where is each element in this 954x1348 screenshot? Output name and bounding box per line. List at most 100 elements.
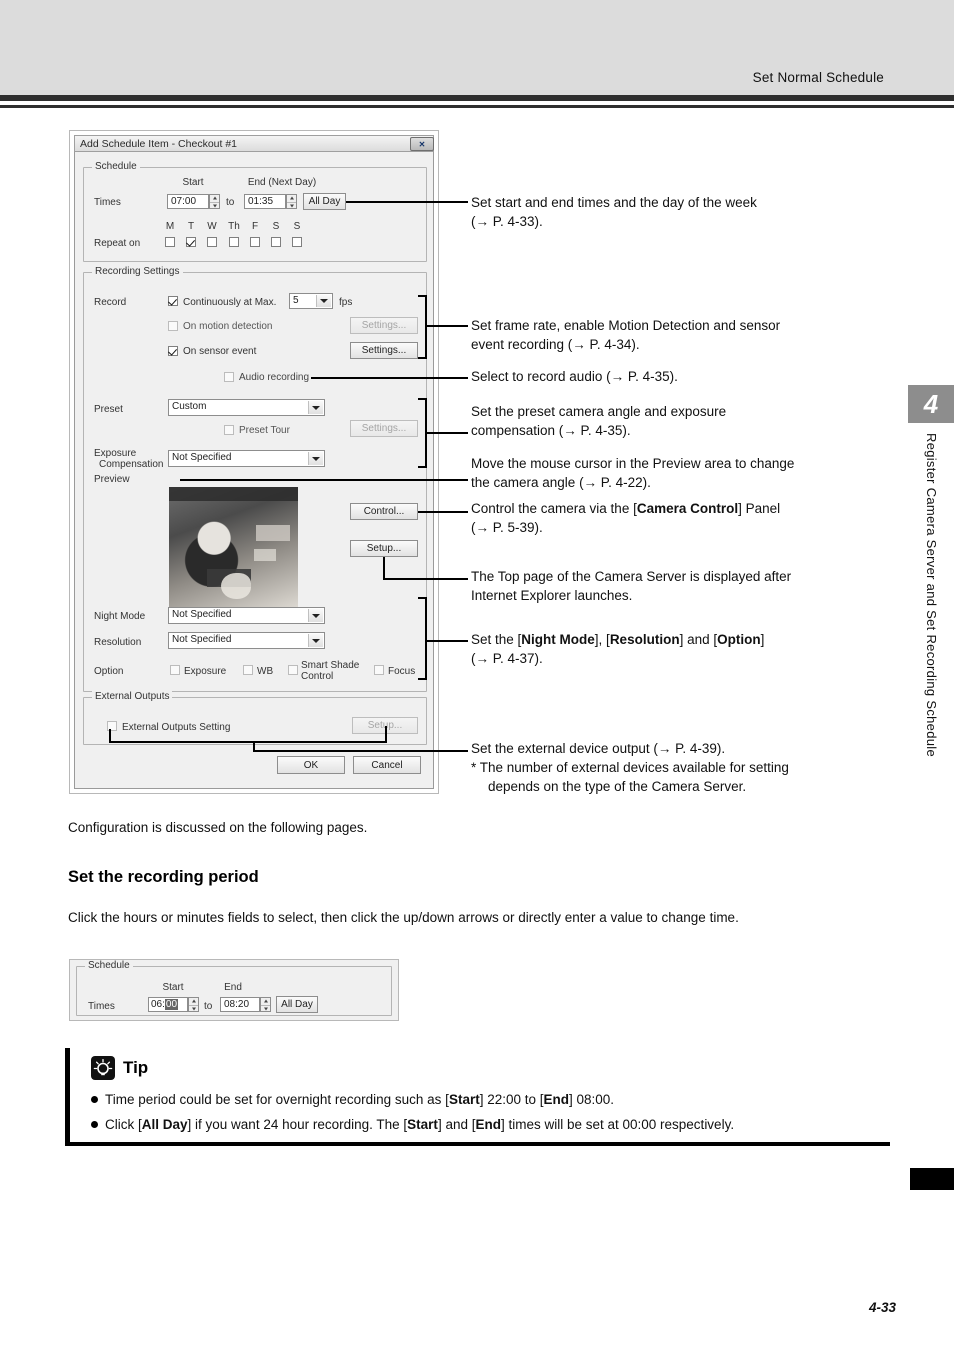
schedule-example-all-day-button[interactable]: All Day <box>276 996 318 1013</box>
preview-highlight-2 <box>254 549 276 561</box>
edge-index-mark <box>910 1168 954 1190</box>
bullet-icon <box>91 1121 98 1128</box>
tip-item-2-text: Click [All Day] if you want 24 hour reco… <box>105 1117 734 1132</box>
preset-tour-checkbox[interactable] <box>224 425 234 435</box>
callout-bracket-4-top <box>418 398 427 400</box>
day-checkbox-wed[interactable] <box>207 237 217 247</box>
start-column-header: Start <box>182 177 204 188</box>
annotation-6-bold: Camera Control <box>636 501 739 516</box>
schedule-example-end-input[interactable]: 08:20 <box>220 997 260 1012</box>
annotation-6-line2: (→ P. 5-39). <box>471 520 543 535</box>
ok-button[interactable]: OK <box>277 756 345 774</box>
schedule-example-end-header: End <box>224 982 242 993</box>
all-day-button[interactable]: All Day <box>303 193 346 210</box>
annotation-9-line1: Set the external device output (→ P. 4-3… <box>471 741 726 756</box>
annotation-9-line3: depends on the type of the Camera Server… <box>488 779 747 794</box>
chevron-down-icon[interactable] <box>308 634 323 647</box>
annotation-5-line1: Move the mouse cursor in the Preview are… <box>471 456 795 471</box>
callout-bracket-8 <box>425 597 427 680</box>
preset-tour-settings-button[interactable]: Settings... <box>350 420 418 437</box>
tip-2-b1: All Day <box>141 1117 188 1132</box>
option-smart-shade-checkbox[interactable] <box>288 665 298 675</box>
day-checkbox-fri[interactable] <box>250 237 260 247</box>
option-wb-checkbox[interactable] <box>243 665 253 675</box>
sensor-settings-button[interactable]: Settings... <box>350 342 418 359</box>
end-time-input[interactable]: 01:35 <box>244 194 286 209</box>
schedule-example-start-input[interactable]: 06:00 <box>148 997 188 1012</box>
day-checkbox-sun[interactable] <box>292 237 302 247</box>
tip-2-mid1: ] if you want 24 hour recording. The [ <box>187 1117 408 1132</box>
annotation-4-line1: Set the preset camera angle and exposure <box>471 404 727 419</box>
page-number: 4-33 <box>868 1300 896 1315</box>
night-mode-select[interactable]: Not Specified <box>168 607 325 624</box>
section-paragraph: Click the hours or minutes fields to sel… <box>68 910 739 925</box>
setup-button[interactable]: Setup... <box>350 540 418 557</box>
annotation-8-bold3: Option <box>717 632 761 647</box>
callout-bracket-2-bottom <box>418 357 427 359</box>
chevron-down-icon[interactable] <box>308 452 323 465</box>
close-icon[interactable]: ✕ <box>410 137 434 151</box>
resolution-select[interactable]: Not Specified <box>168 632 325 649</box>
preset-tour-label: Preset Tour <box>239 425 290 436</box>
fps-select[interactable]: 5 <box>289 293 333 309</box>
day-checkbox-tue[interactable] <box>186 237 196 247</box>
day-checkbox-sat[interactable] <box>271 237 281 247</box>
to-label: to <box>226 197 235 208</box>
exposure-compensation-label-line1: Exposure <box>94 448 137 459</box>
day-header-mon: M <box>165 221 175 232</box>
callout-bracket-8-top <box>418 597 427 599</box>
tip-item-2: Click [All Day] if you want 24 hour reco… <box>91 1117 734 1132</box>
schedule-example-start-spinner[interactable] <box>188 997 199 1012</box>
start-time-input[interactable]: 07:00 <box>167 194 209 209</box>
chapter-side-tab: 4 Register Camera Server and Set Recordi… <box>908 385 954 757</box>
day-checkbox-thu[interactable] <box>229 237 239 247</box>
sensor-event-checkbox[interactable] <box>168 346 178 356</box>
annotation-8-mid1: ], [ <box>594 632 610 647</box>
chevron-down-icon[interactable] <box>316 295 331 307</box>
exposure-compensation-select[interactable]: Not Specified <box>168 450 325 467</box>
tip-2-b3: End <box>475 1117 501 1132</box>
annotation-6-pre: Control the camera via the [ <box>471 501 637 516</box>
annotation-4: Set the preset camera angle and exposure… <box>471 402 726 440</box>
schedule-example-end-spinner[interactable] <box>260 997 271 1012</box>
preset-value: Custom <box>172 401 207 412</box>
tip-item-1: Time period could be set for overnight r… <box>91 1092 614 1107</box>
callout-line-9 <box>253 750 468 752</box>
tip-1-b1: Start <box>448 1092 480 1107</box>
record-label: Record <box>94 297 127 308</box>
chevron-down-icon[interactable] <box>308 401 323 414</box>
tip-item-1-text: Time period could be set for overnight r… <box>105 1092 614 1107</box>
callout-line-6 <box>418 511 468 513</box>
preview-label: Preview <box>94 474 130 485</box>
continuously-checkbox[interactable] <box>168 296 178 306</box>
annotation-8-mid2: ] and [ <box>679 632 718 647</box>
intro-paragraph: Configuration is discussed on the follow… <box>68 820 368 835</box>
start-time-spinner[interactable] <box>209 194 220 209</box>
motion-settings-button[interactable]: Settings... <box>350 317 418 334</box>
motion-detection-label: On motion detection <box>183 321 273 332</box>
audio-recording-checkbox[interactable] <box>224 372 234 382</box>
header-rule-thick <box>0 95 954 101</box>
end-time-spinner[interactable] <box>286 194 297 209</box>
camera-preview-image[interactable] <box>169 487 298 609</box>
header-rule-thin <box>0 105 954 108</box>
start-hours-text: 06: <box>151 999 165 1010</box>
option-exposure-checkbox[interactable] <box>170 665 180 675</box>
schedule-example-to-label: to <box>204 1001 213 1012</box>
annotation-9: Set the external device output (→ P. 4-3… <box>471 739 789 796</box>
exposure-compensation-value: Not Specified <box>172 452 232 463</box>
callout-bracket-8-bottom <box>418 678 427 680</box>
option-focus-checkbox[interactable] <box>374 665 384 675</box>
chevron-down-icon[interactable] <box>308 609 323 622</box>
start-minutes-selected[interactable]: 00 <box>164 999 179 1010</box>
dialog-title: Add Schedule Item - Checkout #1 <box>80 138 238 150</box>
control-button[interactable]: Control... <box>350 503 418 520</box>
lightbulb-icon <box>91 1056 115 1080</box>
annotation-5-line2: the camera angle (→ P. 4-22). <box>471 475 651 490</box>
annotation-7-line2: Internet Explorer launches. <box>471 588 633 603</box>
annotation-3-line1: Select to record audio (→ P. 4-35). <box>471 369 678 384</box>
preset-select[interactable]: Custom <box>168 399 325 416</box>
cancel-button[interactable]: Cancel <box>353 756 421 774</box>
day-checkbox-mon[interactable] <box>165 237 175 247</box>
motion-detection-checkbox[interactable] <box>168 321 178 331</box>
